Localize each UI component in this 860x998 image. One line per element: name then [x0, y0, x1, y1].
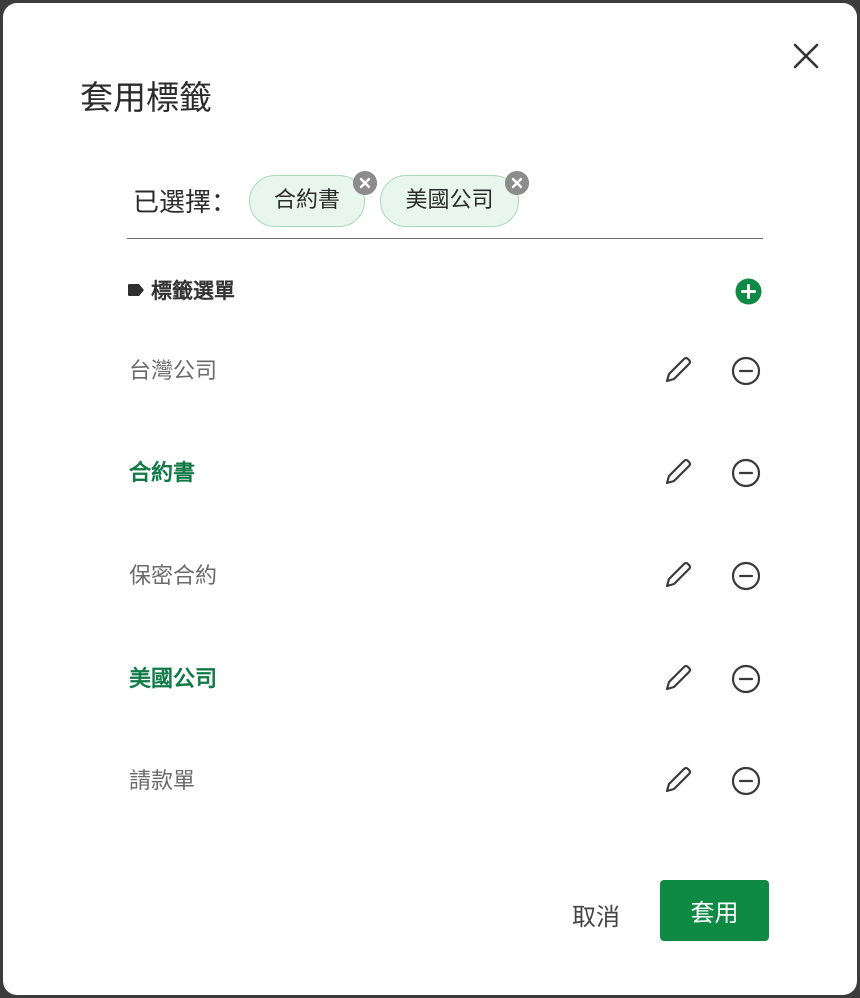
pencil-icon[interactable] [661, 353, 695, 387]
tag-list-item[interactable]: 請款單 [127, 763, 767, 823]
selected-chip: 合約書 [249, 175, 365, 227]
pencil-icon[interactable] [661, 763, 695, 797]
tag-menu-title: 標籤選單 [151, 279, 235, 303]
tag-name: 合約書 [129, 461, 196, 486]
pencil-icon[interactable] [661, 558, 695, 592]
tag-name: 美國公司 [129, 667, 218, 692]
selected-label: 已選擇： [133, 188, 238, 218]
pencil-icon[interactable] [661, 455, 695, 489]
chip-label: 美國公司 [405, 188, 494, 213]
selected-chip: 美國公司 [380, 175, 519, 227]
tag-icon [128, 284, 144, 296]
plus-circle-icon[interactable] [735, 278, 762, 305]
minus-circle-icon[interactable] [730, 457, 762, 489]
pencil-icon[interactable] [661, 661, 695, 695]
tag-name: 保密合約 [129, 564, 218, 589]
minus-circle-icon[interactable] [730, 355, 762, 387]
apply-tags-dialog: 套用標籤 已選擇： 合約書 美國公司 標籤選單 台灣公司 合約書 保密合約 美國… [3, 3, 857, 995]
cancel-button[interactable]: 取消 [551, 885, 641, 943]
tag-name: 台灣公司 [129, 359, 218, 384]
tag-name: 請款單 [129, 769, 196, 794]
minus-circle-icon[interactable] [730, 765, 762, 797]
chip-label: 合約書 [273, 188, 340, 213]
dialog-title: 套用標籤 [80, 78, 212, 117]
tag-list-item[interactable]: 台灣公司 [127, 353, 767, 413]
selected-tags-field: 已選擇： 合約書 美國公司 [127, 170, 763, 239]
minus-circle-icon[interactable] [730, 663, 762, 695]
tag-list-item[interactable]: 保密合約 [127, 558, 767, 618]
close-circle-icon[interactable] [505, 171, 529, 195]
tag-menu-header: 標籤選單 [127, 275, 767, 307]
apply-button[interactable]: 套用 [660, 880, 769, 941]
tag-list-item[interactable]: 美國公司 [127, 661, 767, 721]
tag-list-item[interactable]: 合約書 [127, 455, 767, 515]
close-circle-icon[interactable] [353, 171, 377, 195]
close-icon[interactable] [786, 36, 826, 76]
minus-circle-icon[interactable] [730, 560, 762, 592]
